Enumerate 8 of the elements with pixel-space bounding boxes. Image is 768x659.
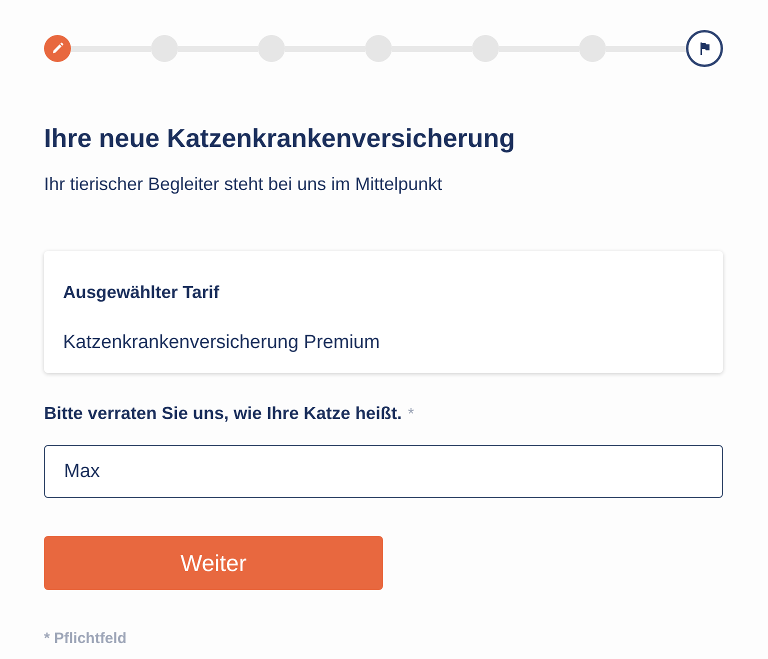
required-footnote: * Pflichtfeld [44, 629, 128, 649]
page-subtitle: Ihr tierischer Begleiter steht bei uns im Mittelpunkt [44, 173, 444, 196]
required-mark: * [408, 405, 414, 425]
field-label: Bitte verraten Sie uns, wie Ihre Katze heißt. [44, 402, 402, 425]
tariff-label: Ausgewählter Tarif [63, 281, 220, 304]
tariff-name: Katzenkrankenversicherung Premium [63, 331, 381, 355]
page-title: Ihre neue Katzenkrankenversicherung [44, 122, 516, 154]
cat-name-input[interactable]: Max [44, 445, 723, 498]
